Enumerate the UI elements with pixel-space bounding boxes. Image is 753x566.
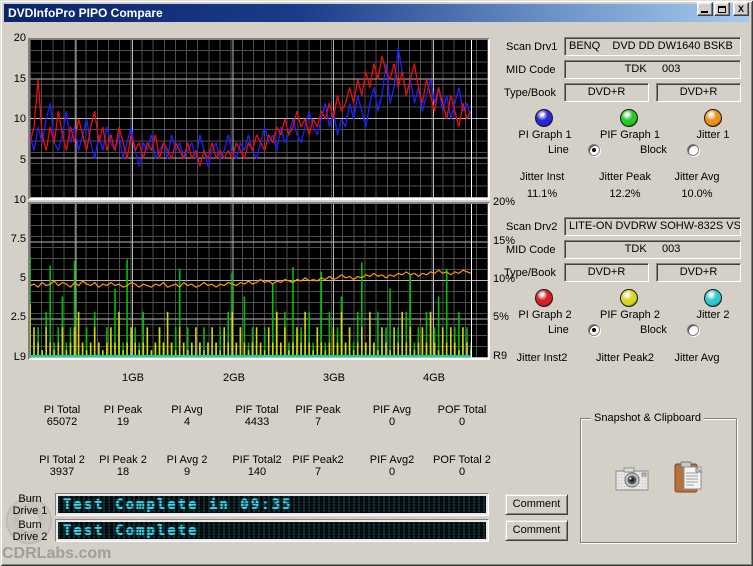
x-axis-tick: 1GB xyxy=(121,372,144,384)
mid-code-2-label: MID Code xyxy=(506,244,556,256)
burn2-label-line2: Drive 2 xyxy=(12,531,48,543)
mid-code-1-label: MID Code xyxy=(506,64,556,76)
pi-graph1-led[interactable] xyxy=(535,109,553,127)
jitter2-led[interactable] xyxy=(704,289,722,307)
snapshot-camera-button[interactable] xyxy=(615,465,649,496)
pif-graph2-led[interactable] xyxy=(620,289,638,307)
y-axis-tick: 20 xyxy=(13,32,26,44)
y-axis-tick: 15 xyxy=(13,73,26,85)
y-axis-tick: 7.5 xyxy=(10,233,26,245)
chart-position-marker xyxy=(471,204,472,358)
jitter1-led[interactable] xyxy=(704,109,722,127)
stat-pof-total-2: POF Total 20 xyxy=(417,454,507,478)
camera-icon xyxy=(615,467,649,491)
pif-chart-plot-area xyxy=(30,204,488,358)
pi-comparison-chart xyxy=(28,38,490,200)
chart-position-marker xyxy=(471,40,472,198)
clipboard-icon xyxy=(674,461,703,493)
x-axis-tick: 3GB xyxy=(322,372,345,384)
jitter-inst2-label: Jitter Inst2 xyxy=(516,352,568,364)
jitter-avg2-label: Jitter Avg xyxy=(674,352,720,364)
burn1-label-line1: Burn xyxy=(18,493,42,505)
jitter-avg1-label: Jitter Avg xyxy=(674,171,720,183)
jitter1-label: Jitter 1 xyxy=(696,129,730,141)
block1-radio[interactable] xyxy=(687,144,699,156)
burn-drive1-status-display: Test Complete in 09:35 xyxy=(55,493,489,516)
stat-pof-total-value: 0 xyxy=(458,416,466,428)
line1-radio[interactable] xyxy=(588,144,600,156)
jitter2-label: Jitter 2 xyxy=(696,309,730,321)
maximize-button[interactable] xyxy=(714,2,730,16)
block2-radio[interactable] xyxy=(687,324,699,336)
comment1-button[interactable]: Comment xyxy=(505,494,568,515)
line1-label: Line xyxy=(548,144,569,156)
y-axis-tick: 10 xyxy=(13,113,26,125)
type-2-field[interactable]: DVD+R xyxy=(564,263,649,282)
scan-drv2-field[interactable]: LITE-ON DVDRW SOHW-832S VS0A xyxy=(564,217,741,236)
title-bar[interactable]: DVDInfoPro PIPO Compare xyxy=(4,4,749,22)
book-1-field[interactable]: DVD+R xyxy=(656,83,741,102)
y-axis-corner-label: L9 xyxy=(13,351,26,363)
pif-graph1-led[interactable] xyxy=(620,109,638,127)
block2-label: Block xyxy=(640,324,667,336)
close-button[interactable]: X xyxy=(733,2,749,16)
pif-graph2-label: PIF Graph 2 xyxy=(600,309,660,321)
burn1-label-line2: Drive 1 xyxy=(12,505,48,517)
x-axis-tick: 2GB xyxy=(222,372,245,384)
jitter-avg1-value: 10.0% xyxy=(681,188,713,200)
pi-chart-plot-area xyxy=(30,40,488,198)
snapshot-group-title: Snapshot & Clipboard xyxy=(591,412,705,424)
burn2-label-line1: Burn xyxy=(18,519,42,531)
minimize-button[interactable] xyxy=(697,2,713,16)
block1-label: Block xyxy=(640,144,667,156)
y-axis-tick: 5 xyxy=(19,154,26,166)
pi-graph2-led[interactable] xyxy=(535,289,553,307)
y-axis-tick: 5 xyxy=(19,272,26,284)
pif-chart-series xyxy=(30,257,472,358)
type-book-1-label: Type/Book xyxy=(504,87,556,99)
maximize-icon xyxy=(718,6,726,13)
book-2-field[interactable]: DVD+R xyxy=(656,263,741,282)
stat-pof-total: POF Total 0 xyxy=(417,404,507,428)
pif-graph1-label: PIF Graph 1 xyxy=(600,129,660,141)
y-axis-tick: 2.5 xyxy=(10,311,26,323)
jitter-inst1-label: Jitter Inst xyxy=(519,171,565,183)
burn-drive2-status-display: Test Complete xyxy=(55,519,489,542)
comment2-button[interactable]: Comment xyxy=(505,520,568,541)
mid-code-1-field[interactable]: TDK 003 xyxy=(564,60,741,79)
type-book-2-label: Type/Book xyxy=(504,267,556,279)
cdrlabs-watermark: CDRLabs.com xyxy=(2,545,112,562)
x-axis-tick: 4GB xyxy=(422,372,445,384)
y-axis-tick: 10 xyxy=(13,194,26,206)
scan-drv2-label: Scan Drv2 xyxy=(506,221,558,233)
burn-drive2-status-text: Test Complete xyxy=(63,523,199,539)
burn-drive1-status-text: Test Complete in 09:35 xyxy=(63,497,293,513)
pi-graph1-label: PI Graph 1 xyxy=(518,129,572,141)
mid-code-2-field[interactable]: TDK 003 xyxy=(564,240,741,259)
pif-jitter-comparison-chart xyxy=(28,202,490,360)
line2-label: Line xyxy=(548,324,569,336)
line2-radio[interactable] xyxy=(588,324,600,336)
app-window: DVDInfoPro PIPO Compare X 20 15 10 5 10 … xyxy=(0,0,753,566)
scan-drv1-field[interactable]: BENQ DVD DD DW1640 BSKB xyxy=(564,37,741,56)
scan-drv1-label: Scan Drv1 xyxy=(506,41,558,53)
jitter-inst1-value: 11.1% xyxy=(526,188,558,200)
type-1-field[interactable]: DVD+R xyxy=(564,83,649,102)
clipboard-copy-button[interactable] xyxy=(674,461,703,498)
minimize-icon xyxy=(701,11,708,13)
pi-chart-series xyxy=(30,47,472,167)
snapshot-clipboard-group: Snapshot & Clipboard xyxy=(580,412,737,543)
pi-graph2-label: PI Graph 2 xyxy=(518,309,572,321)
stat-pof-total-2-value: 0 xyxy=(458,466,466,478)
window-title: DVDInfoPro PIPO Compare xyxy=(8,6,163,20)
